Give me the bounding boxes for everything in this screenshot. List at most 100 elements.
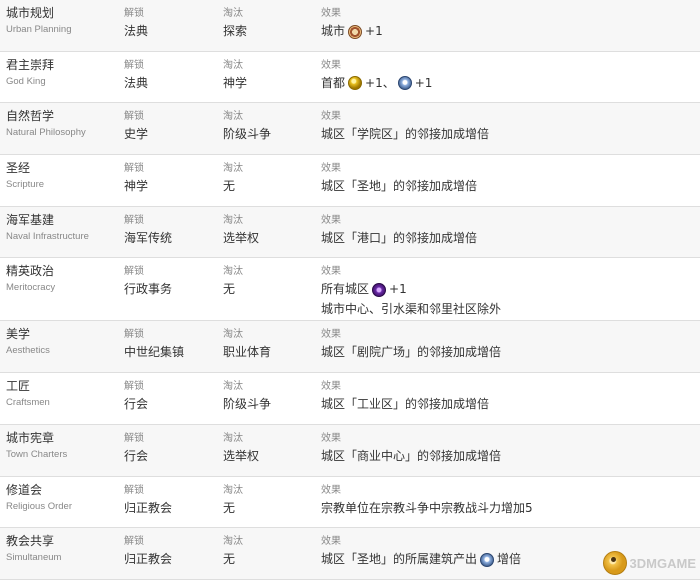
unlock-label: 解锁 xyxy=(124,8,144,19)
unlock-cell: 解锁 法典 xyxy=(124,7,219,40)
unlock-value: 神学 xyxy=(124,179,149,194)
unlock-value: 归正教会 xyxy=(124,500,173,515)
policy-name-cn: 美学 xyxy=(6,327,31,342)
obsolete-label: 淘汰 xyxy=(223,536,243,548)
effect-cell: 效果 城区「剧院广场」的邻接加成增倍 xyxy=(321,328,696,361)
obsolete-cell: 淘汰 无 xyxy=(223,484,318,517)
effect-value: 城区「商业中心」的邻接加成增倍 xyxy=(321,448,502,463)
effect-label: 效果 xyxy=(321,266,341,278)
policy-name-cn: 自然哲学 xyxy=(6,109,55,124)
table-row: 修道会 Religious Order 解锁 归正教会 淘汰 无 效果 宗教单位… xyxy=(0,477,700,529)
policy-name-cell: 城市规划 Urban Planning xyxy=(6,7,116,36)
unlock-cell: 解锁 行会 xyxy=(124,380,219,413)
unlock-label: 解锁 xyxy=(124,484,144,496)
policy-name-cell: 君主崇拜 God King xyxy=(6,57,116,88)
unlock-cell: 解锁 行政事务 xyxy=(124,265,219,298)
unlock-label: 解锁 xyxy=(124,111,144,123)
obsolete-value: 神学 xyxy=(223,75,248,90)
policy-name-cn: 圣经 xyxy=(6,161,31,176)
unlock-value: 史学 xyxy=(124,127,149,142)
effect-cell: 效果 首都 +1、 +1 xyxy=(321,59,696,92)
obsolete-value: 选举权 xyxy=(223,230,260,245)
effect-value: 首都 +1、 +1 xyxy=(321,75,696,92)
obsolete-cell: 淘汰 选举权 xyxy=(223,214,318,247)
unlock-label: 解锁 xyxy=(124,381,144,393)
unlock-label: 解锁 xyxy=(124,266,144,278)
effect-cell: 效果 城区「工业区」的邻接加成增倍 xyxy=(321,380,696,413)
effect-label: 效果 xyxy=(321,536,341,548)
unlock-value: 海军传统 xyxy=(124,230,173,245)
effect-value: 宗教单位在宗教斗争中宗教战斗力增加5 xyxy=(321,500,533,515)
obsolete-label: 淘汰 xyxy=(223,163,243,175)
obsolete-label: 淘汰 xyxy=(223,59,243,71)
obsolete-value: 无 xyxy=(223,179,236,194)
obsolete-cell: 淘汰 神学 xyxy=(223,59,318,92)
table-row: 城市规划 Urban Planning 解锁 法典 淘汰 探索 效果 城市 +1 xyxy=(0,0,700,52)
gold-icon xyxy=(348,76,363,91)
policy-name-en: Religious Order xyxy=(6,500,72,512)
policy-name-cell: 海军基建 Naval Infrastructure xyxy=(6,213,116,243)
effect-amount: +1 xyxy=(365,24,383,38)
table-row: 精英政治 Meritocracy 解锁 行政事务 淘汰 无 效果 所有城区 +1… xyxy=(0,258,700,322)
obsolete-value: 无 xyxy=(223,500,236,515)
policy-name-en: Scripture xyxy=(6,179,45,191)
policy-name-cn: 城市宪章 xyxy=(6,430,55,445)
effect-cell: 效果 城区「港口」的邻接加成增倍 xyxy=(321,214,696,247)
effect-text: 所有城区 xyxy=(321,282,370,297)
obsolete-cell: 淘汰 无 xyxy=(223,162,318,195)
unlock-cell: 解锁 法典 xyxy=(124,59,219,92)
obsolete-label: 淘汰 xyxy=(223,266,243,278)
table-row: 圣经 Scripture 解锁 神学 淘汰 无 效果 城区「圣地」的邻接加成增倍 xyxy=(0,155,700,207)
obsolete-label: 淘汰 xyxy=(223,214,243,226)
effect-label: 效果 xyxy=(321,59,341,71)
effect-value: 城区「港口」的邻接加成增倍 xyxy=(321,230,478,245)
obsolete-value: 阶级斗争 xyxy=(223,397,272,412)
table-row: 工匠 Craftsmen 解锁 行会 淘汰 阶级斗争 效果 城区「工业区」的邻接… xyxy=(0,373,700,425)
unlock-value: 法典 xyxy=(124,24,149,38)
obsolete-label: 淘汰 xyxy=(223,329,243,341)
obsolete-label: 淘汰 xyxy=(223,381,243,393)
effect-amount: +1 xyxy=(389,282,407,297)
effect-cell: 效果 所有城区 +1 城市中心、引水渠和邻里社区除外 xyxy=(321,265,696,318)
effect-value: 城区「工业区」的邻接加成增倍 xyxy=(321,397,490,412)
obsolete-value: 职业体育 xyxy=(223,345,272,360)
unlock-cell: 解锁 归正教会 xyxy=(124,484,219,517)
policy-name-en: Craftsmen xyxy=(6,397,50,409)
effect-amount: +1、 xyxy=(365,75,395,90)
unlock-value: 归正教会 xyxy=(124,552,173,567)
3dm-logo-icon xyxy=(602,551,627,575)
obsolete-cell: 淘汰 职业体育 xyxy=(223,328,318,361)
unlock-label: 解锁 xyxy=(124,163,144,175)
policy-name-cell: 教会共享 Simultaneum xyxy=(6,535,116,564)
policy-name-cell: 城市宪章 Town Charters xyxy=(6,430,116,461)
faith-icon xyxy=(397,76,412,91)
effect-cell: 效果 城市 +1 xyxy=(321,7,696,40)
effect-label: 效果 xyxy=(321,329,341,341)
policy-name-cell: 精英政治 Meritocracy xyxy=(6,265,116,294)
unlock-label: 解锁 xyxy=(124,432,144,444)
policy-name-cell: 工匠 Craftsmen xyxy=(6,380,116,409)
policy-name-en: Town Charters xyxy=(6,448,68,460)
policy-name-cn: 君主崇拜 xyxy=(6,57,55,72)
obsolete-cell: 淘汰 选举权 xyxy=(223,432,318,465)
table-row: 美学 Aesthetics 解锁 中世纪集镇 淘汰 职业体育 效果 城区「剧院广… xyxy=(0,321,700,374)
obsolete-label: 淘汰 xyxy=(223,111,243,123)
effect-amount: 增倍 xyxy=(497,552,522,567)
unlock-value: 行会 xyxy=(124,397,149,412)
effect-label: 效果 xyxy=(321,381,341,393)
obsolete-cell: 淘汰 无 xyxy=(223,265,318,298)
table-row: 君主崇拜 God King 解锁 法典 淘汰 神学 效果 首都 +1、 +1 xyxy=(0,52,700,104)
effect-value: 城区「学院区」的邻接加成增倍 xyxy=(321,127,490,142)
policy-name-cn: 精英政治 xyxy=(6,264,55,279)
effect-label: 效果 xyxy=(321,163,341,175)
effect-cell: 效果 宗教单位在宗教斗争中宗教战斗力增加5 xyxy=(321,484,696,517)
policy-name-cell: 自然哲学 Natural Philosophy xyxy=(6,110,116,139)
obsolete-value: 阶级斗争 xyxy=(223,127,272,142)
policy-name-en: Meritocracy xyxy=(6,282,56,294)
obsolete-label: 淘汰 xyxy=(223,484,243,496)
unlock-label: 解锁 xyxy=(124,536,144,548)
unlock-value: 行政事务 xyxy=(124,282,173,297)
unlock-cell: 解锁 中世纪集镇 xyxy=(124,328,219,361)
unlock-cell: 解锁 海军传统 xyxy=(124,214,219,247)
unlock-label: 解锁 xyxy=(124,329,144,341)
